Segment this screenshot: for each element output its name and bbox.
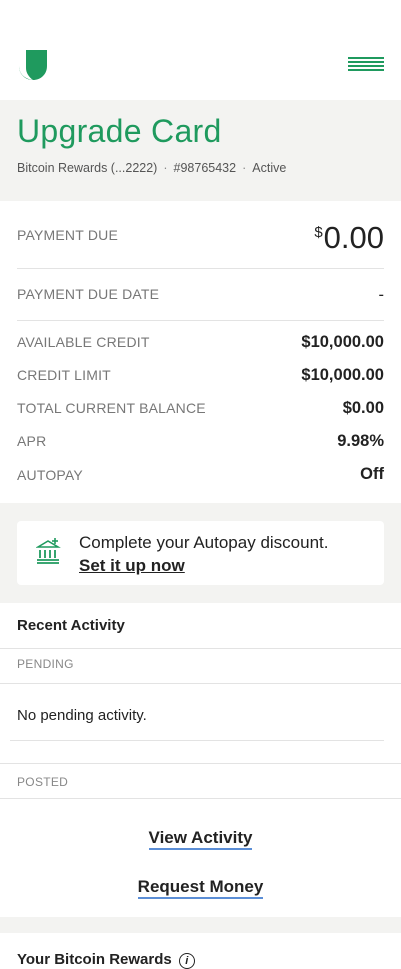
info-icon[interactable]: i (178, 953, 195, 969)
bitcoin-rewards-title: Your Bitcoin Rewards (17, 951, 172, 968)
card-subtitle: Bitcoin Rewards (...2222) · #98765432 · Acti… (17, 161, 287, 175)
divider (17, 268, 384, 269)
hamburger-menu-icon[interactable] (348, 57, 384, 71)
recent-activity-title: Recent Activity (17, 617, 125, 634)
card-status: Active (252, 161, 287, 175)
available-credit-value: $10,000.00 (301, 333, 384, 351)
autopay-value: Off (360, 465, 384, 483)
posted-label: POSTED (17, 775, 69, 789)
payment-due-amount: $0.00 (314, 220, 384, 256)
section-separator (0, 917, 401, 933)
autopay-label: AUTOPAY (17, 467, 83, 483)
total-balance-value: $0.00 (342, 399, 384, 417)
set-it-up-link[interactable]: Set it up now (79, 556, 185, 576)
no-pending-activity: No pending activity. (17, 707, 147, 724)
view-activity-link[interactable]: View Activity (0, 828, 401, 850)
divider (17, 320, 384, 321)
autopay-promo-card[interactable] (17, 521, 384, 585)
payment-due-date-label: PAYMENT DUE DATE (17, 286, 160, 302)
divider (10, 740, 384, 741)
card-title: Upgrade Card (17, 113, 222, 149)
card-product: Bitcoin Rewards (...2222) (17, 161, 158, 175)
top-bar (0, 0, 401, 100)
available-credit-label: AVAILABLE CREDIT (17, 334, 150, 350)
request-money-link[interactable]: Request Money (0, 877, 401, 899)
total-balance-label: TOTAL CURRENT BALANCE (17, 400, 206, 416)
autopay-promo-text: Complete your Autopay discount. (79, 533, 329, 552)
pending-label: PENDING (17, 657, 74, 671)
apr-label: APR (17, 433, 47, 449)
request-money-label[interactable]: Request Money (137, 877, 264, 899)
payment-due-date-value: - (378, 286, 385, 304)
apr-value: 9.98% (337, 432, 384, 450)
payment-due-value: 0.00 (323, 220, 384, 255)
card-account-number: #98765432 (173, 161, 237, 175)
bank-icon (36, 538, 61, 564)
payment-due-currency: $ (314, 224, 323, 241)
payment-due-label: PAYMENT DUE (17, 227, 118, 243)
bitcoin-rewards-heading: Your Bitcoin Rewards i (17, 951, 195, 969)
view-activity-label[interactable]: View Activity (148, 828, 253, 850)
credit-limit-label: CREDIT LIMIT (17, 367, 111, 383)
upgrade-logo-icon[interactable] (17, 48, 49, 82)
credit-limit-value: $10,000.00 (301, 366, 384, 384)
